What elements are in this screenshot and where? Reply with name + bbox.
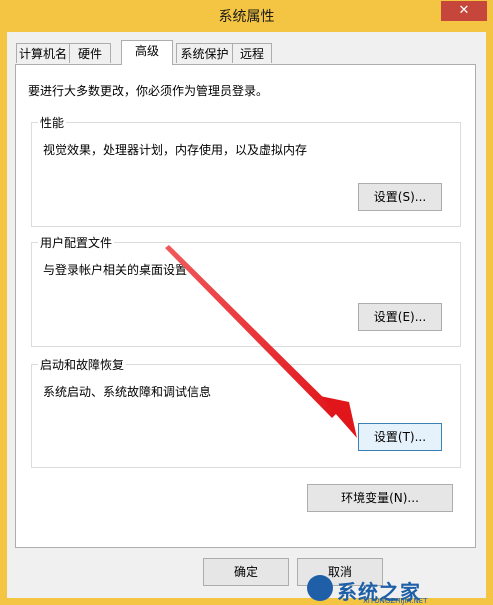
tab-system-protection[interactable]: 系统保护 — [176, 43, 233, 63]
tab-computer-name[interactable]: 计算机名 — [16, 43, 70, 63]
tab-advanced[interactable]: 高级 — [121, 40, 173, 65]
dialog-client-area: 计算机名 硬件 高级 系统保护 远程 要进行大多数更改，你必须作为管理员登录。 … — [7, 32, 486, 598]
startup-recovery-description: 系统启动、系统故障和调试信息 — [43, 385, 212, 399]
system-properties-window: 系统属性 ✕ 计算机名 硬件 高级 系统保护 远程 要进行大多数更改，你必须作为… — [0, 0, 493, 605]
window-title: 系统属性 — [218, 9, 275, 25]
performance-settings-button[interactable]: 设置(S)... — [358, 183, 442, 211]
performance-group-title: 性能 — [38, 114, 67, 131]
close-button[interactable]: ✕ — [441, 1, 487, 21]
startup-recovery-group: 启动和故障恢复 系统启动、系统故障和调试信息 设置(T)... — [31, 356, 461, 468]
startup-recovery-settings-button[interactable]: 设置(T)... — [358, 423, 442, 451]
admin-notice: 要进行大多数更改，你必须作为管理员登录。 — [28, 84, 269, 98]
user-profiles-group: 用户配置文件 与登录帐户相关的桌面设置 设置(E)... — [31, 234, 461, 347]
watermark-url: XITONGZHIJIA.NET — [363, 597, 428, 605]
tab-hardware[interactable]: 硬件 — [69, 43, 111, 63]
ok-button[interactable]: 确定 — [203, 558, 289, 586]
environment-variables-button[interactable]: 环境变量(N)... — [307, 484, 453, 512]
user-profiles-description: 与登录帐户相关的桌面设置 — [43, 263, 188, 277]
performance-description: 视觉效果，处理器计划，内存使用，以及虚拟内存 — [43, 143, 308, 157]
tab-remote[interactable]: 远程 — [232, 43, 272, 63]
startup-recovery-group-title: 启动和故障恢复 — [38, 356, 127, 373]
performance-group: 性能 视觉效果，处理器计划，内存使用，以及虚拟内存 设置(S)... — [31, 114, 461, 227]
title-bar[interactable]: 系统属性 ✕ — [0, 0, 493, 32]
user-profiles-settings-button[interactable]: 设置(E)... — [358, 303, 442, 331]
user-profiles-group-title: 用户配置文件 — [38, 234, 115, 251]
cancel-button[interactable]: 取消 — [297, 558, 383, 586]
